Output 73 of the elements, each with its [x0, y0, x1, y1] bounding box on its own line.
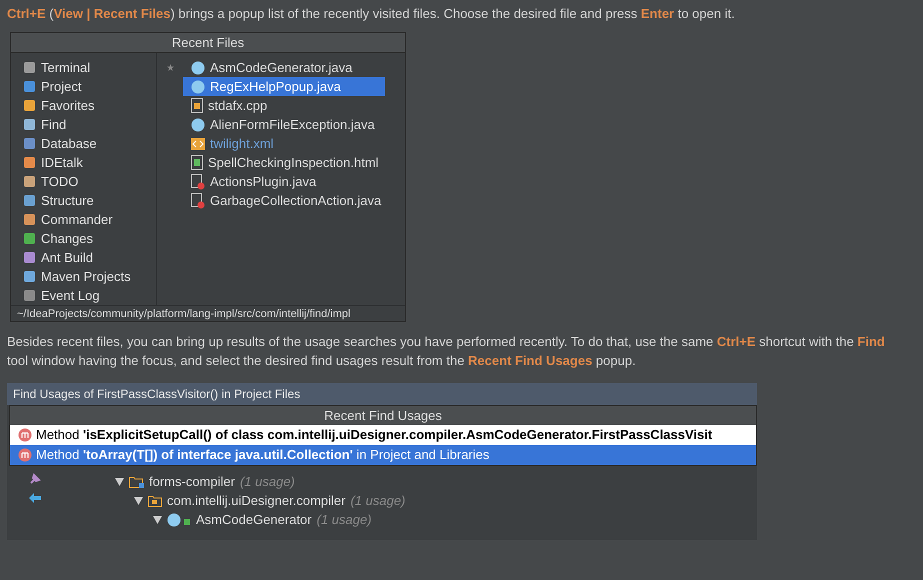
tool-window-item[interactable]: TODO: [41, 172, 78, 192]
tool-window-item[interactable]: Event Log: [41, 286, 100, 306]
panel-title: Find Usages of FirstPassClassVisitor() in Project Files: [7, 383, 757, 405]
file-name: AsmCodeGenerator.java: [210, 58, 352, 77]
tool-window-item[interactable]: Favorites: [41, 96, 94, 116]
tool-window-item[interactable]: Structure: [41, 190, 94, 210]
file-error-icon: [191, 192, 205, 208]
tool-window-item[interactable]: Database: [41, 134, 97, 154]
tool-window-icon: [23, 99, 36, 112]
cpp-file-icon: [191, 98, 203, 113]
tool-window-icon: [23, 137, 36, 150]
tool-window-icon: [23, 156, 36, 169]
intro-paragraph: Ctrl+E (View | Recent Files) brings a popup list of the recently visited files. Choose the desired file and press Enter to open it.: [7, 5, 736, 23]
back-arrow-icon[interactable]: [28, 492, 42, 504]
class-icon: [191, 118, 205, 132]
tool-window-item[interactable]: Project: [41, 76, 82, 96]
tool-window-icon: [23, 118, 36, 131]
expand-arrow-icon[interactable]: [134, 496, 143, 504]
tree-node-label[interactable]: forms-compiler: [149, 472, 235, 492]
file-name: SpellCheckingInspection.html: [208, 154, 379, 172]
tool-window-item[interactable]: IDEtalk: [41, 152, 83, 172]
file-name: AlienFormFileException.java: [210, 116, 375, 134]
usage-count: (1 usage): [240, 472, 295, 491]
recent-file-item[interactable]: AlienFormFileException.java: [183, 115, 385, 134]
folder-icon: [148, 494, 162, 506]
file-error-icon: [191, 174, 205, 190]
tool-window-icon: [23, 175, 36, 188]
tool-window-item[interactable]: Commander: [41, 210, 113, 230]
file-name: twilight.xml: [210, 134, 274, 153]
recent-file-item[interactable]: RegExHelpPopup.java: [183, 77, 385, 96]
popup-title: Recent Files: [11, 33, 405, 53]
folder-icon: [129, 476, 144, 488]
recent-file-item[interactable]: twilight.xml: [183, 134, 385, 153]
tree-node-label[interactable]: AsmCodeGenerator: [196, 510, 312, 530]
expand-arrow-icon[interactable]: [153, 516, 162, 524]
usage-count: (1 usage): [316, 510, 372, 529]
tool-window-icon: [23, 213, 36, 226]
tool-window-item[interactable]: Ant Build: [41, 248, 94, 268]
find-usage-item[interactable]: Method 'toArray(T[]) of interface java.util.Collection' in Project and Libraries: [10, 445, 756, 465]
class-icon: [191, 60, 205, 74]
recent-file-item[interactable]: stdafx.cpp: [183, 96, 385, 115]
tool-window-item[interactable]: Find: [41, 114, 66, 134]
method-icon: [18, 448, 32, 462]
recent-file-item[interactable]: SpellCheckingInspection.html: [183, 153, 385, 172]
recent-file-item[interactable]: AsmCodeGenerator.java: [183, 58, 385, 77]
tool-window-item[interactable]: Terminal: [41, 58, 90, 78]
tool-window-icon: [23, 232, 36, 245]
tool-window-icon: [23, 270, 36, 283]
tool-window-icon: [23, 251, 36, 264]
tool-window-item[interactable]: Changes: [41, 228, 94, 248]
tool-window-item[interactable]: Maven Projects: [41, 266, 131, 286]
body-paragraph: Besides recent files, you can bring up results of the usage searches you have performed recently. To do that, use the same Ctrl+E shortcut with the Find tool window having the focus, and select the desired find usages result from the Recent Find Usages popup.: [7, 333, 886, 370]
popup-title: Recent Find Usages: [10, 406, 756, 425]
class-icon: [167, 512, 191, 526]
method-icon: [18, 428, 32, 442]
xml-file-icon: [191, 138, 205, 150]
file-name: RegExHelpPopup.java: [210, 78, 341, 96]
tool-window-icon: [23, 289, 36, 302]
tool-window-icon: [23, 61, 36, 74]
class-icon: [191, 80, 205, 94]
file-name: ActionsPlugin.java: [210, 172, 316, 191]
tree-node-label[interactable]: com.intellij.uiDesigner.compiler: [167, 490, 346, 510]
tool-window-icon: [23, 80, 36, 93]
html-file-icon: [191, 155, 203, 170]
tool-window-icon: [23, 194, 36, 207]
recent-file-item[interactable]: ActionsPlugin.java: [183, 172, 385, 191]
file-name: stdafx.cpp: [208, 96, 268, 115]
pin-icon[interactable]: [28, 472, 42, 486]
expand-arrow-icon[interactable]: [115, 478, 124, 486]
recent-file-item[interactable]: GarbageCollectionAction.java: [183, 191, 385, 210]
usage-count: (1 usage): [350, 492, 406, 510]
file-name: GarbageCollectionAction.java: [210, 192, 382, 210]
file-path: ~/IdeaProjects/community/platform/lang-impl/src/com/intellij/find/impl: [16, 306, 350, 322]
